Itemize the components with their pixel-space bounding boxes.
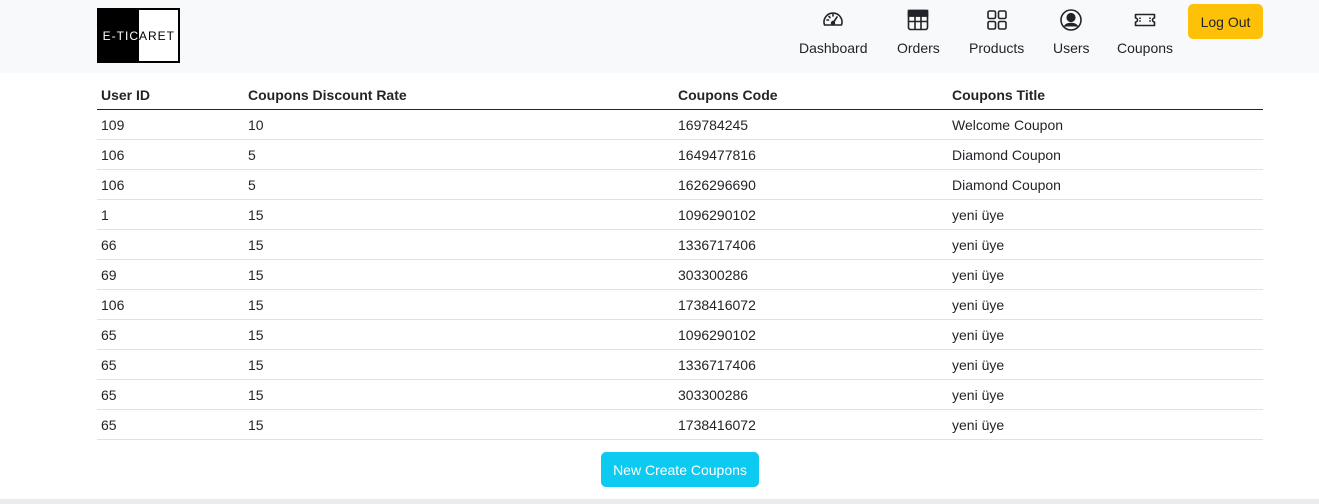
nav-users[interactable]: Users	[1053, 8, 1090, 62]
nav-users-label: Users	[1053, 40, 1090, 56]
header-coupon-code: Coupons Code	[674, 80, 948, 110]
nav-orders[interactable]: Orders	[897, 8, 940, 62]
cell-discount-rate: 15	[244, 349, 674, 380]
cell-discount-rate: 10	[244, 109, 674, 140]
cell-user-id: 69	[97, 259, 244, 290]
cell-discount-rate: 5	[244, 169, 674, 200]
cell-coupon-title: yeni üye	[948, 319, 1263, 350]
nav-orders-label: Orders	[897, 40, 940, 56]
header-coupon-title: Coupons Title	[948, 80, 1263, 110]
table-icon	[908, 9, 929, 31]
logo-right-text: ARET	[139, 10, 178, 61]
cell-user-id: 66	[97, 229, 244, 260]
table-row: 106 15 1738416072 yeni üye	[97, 289, 1263, 320]
table-row: 106 5 1649477816 Diamond Coupon	[97, 139, 1263, 170]
cell-coupon-code: 1096290102	[674, 199, 948, 230]
cell-user-id: 106	[97, 169, 244, 200]
nav-dashboard[interactable]: Dashboard	[799, 8, 868, 62]
cell-coupon-code: 1336717406	[674, 349, 948, 380]
table-header-row: User ID Coupons Discount Rate Coupons Co…	[97, 80, 1263, 110]
cell-user-id: 65	[97, 319, 244, 350]
cell-coupon-code: 1096290102	[674, 319, 948, 350]
cell-user-id: 106	[97, 139, 244, 170]
cell-discount-rate: 15	[244, 289, 674, 320]
cell-discount-rate: 15	[244, 199, 674, 230]
table-row: 109 10 169784245 Welcome Coupon	[97, 109, 1263, 140]
cell-discount-rate: 5	[244, 139, 674, 170]
brand-logo[interactable]: E-TIC ARET	[97, 8, 180, 63]
nav-dashboard-label: Dashboard	[799, 40, 868, 56]
person-circle-icon	[1060, 9, 1083, 31]
header-user-id: User ID	[97, 80, 244, 110]
cell-discount-rate: 15	[244, 229, 674, 260]
nav-coupons[interactable]: Coupons	[1117, 8, 1173, 62]
top-navbar: E-TIC ARET Dashboard Orders Products Use…	[0, 0, 1319, 73]
cell-coupon-code: 1738416072	[674, 289, 948, 320]
speedometer-icon	[823, 12, 844, 26]
table-row: 65 15 1738416072 yeni üye	[97, 409, 1263, 440]
cell-coupon-title: yeni üye	[948, 379, 1263, 410]
cell-discount-rate: 15	[244, 379, 674, 410]
cell-coupon-title: yeni üye	[948, 289, 1263, 320]
cell-coupon-title: Diamond Coupon	[948, 139, 1263, 170]
table-row: 69 15 303300286 yeni üye	[97, 259, 1263, 290]
cell-coupon-title: yeni üye	[948, 199, 1263, 230]
table-row: 1 15 1096290102 yeni üye	[97, 199, 1263, 230]
cell-discount-rate: 15	[244, 409, 674, 440]
cell-coupon-code: 1626296690	[674, 169, 948, 200]
cell-user-id: 65	[97, 379, 244, 410]
nav-products[interactable]: Products	[969, 8, 1024, 62]
table-row: 66 15 1336717406 yeni üye	[97, 229, 1263, 260]
ticket-icon	[1134, 13, 1156, 27]
cell-coupon-title: Diamond Coupon	[948, 169, 1263, 200]
table-row: 65 15 1096290102 yeni üye	[97, 319, 1263, 350]
cell-coupon-code: 1649477816	[674, 139, 948, 170]
cell-coupon-code: 169784245	[674, 109, 948, 140]
table-row: 106 5 1626296690 Diamond Coupon	[97, 169, 1263, 200]
cell-user-id: 1	[97, 199, 244, 230]
cell-user-id: 65	[97, 349, 244, 380]
coupons-table: User ID Coupons Discount Rate Coupons Co…	[97, 80, 1263, 440]
cell-coupon-title: Welcome Coupon	[948, 109, 1263, 140]
nav-coupons-label: Coupons	[1117, 40, 1174, 56]
nav-products-label: Products	[969, 40, 1025, 56]
grid-icon	[986, 10, 1007, 30]
cell-user-id: 106	[97, 289, 244, 320]
cell-coupon-title: yeni üye	[948, 409, 1263, 440]
logo-left-text: E-TIC	[99, 10, 139, 61]
cell-discount-rate: 15	[244, 259, 674, 290]
table-row: 65 15 303300286 yeni üye	[97, 379, 1263, 410]
cell-discount-rate: 15	[244, 319, 674, 350]
table-row: 65 15 1336717406 yeni üye	[97, 349, 1263, 380]
cell-coupon-title: yeni üye	[948, 349, 1263, 380]
footer-divider	[0, 499, 1319, 504]
header-discount-rate: Coupons Discount Rate	[244, 80, 674, 110]
cell-coupon-title: yeni üye	[948, 229, 1263, 260]
cell-user-id: 109	[97, 109, 244, 140]
cell-user-id: 65	[97, 409, 244, 440]
cell-coupon-code: 303300286	[674, 379, 948, 410]
cell-coupon-code: 1738416072	[674, 409, 948, 440]
cell-coupon-title: yeni üye	[948, 259, 1263, 290]
cell-coupon-code: 1336717406	[674, 229, 948, 260]
logout-button[interactable]: Log Out	[1188, 4, 1263, 39]
new-create-coupons-button[interactable]: New Create Coupons	[601, 452, 759, 487]
cell-coupon-code: 303300286	[674, 259, 948, 290]
